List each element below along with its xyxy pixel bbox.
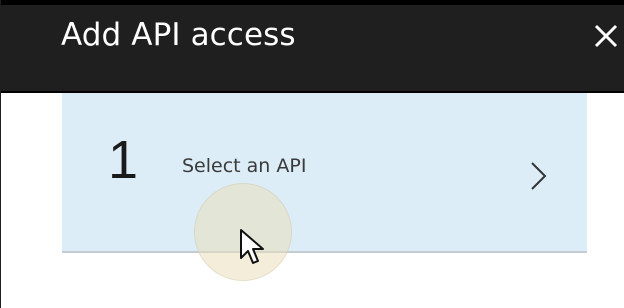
step-number: 1 [108, 130, 139, 190]
add-api-access-blade: Add API access 1 Select an API [0, 0, 624, 308]
close-icon [594, 24, 618, 48]
blade-header: Add API access [1, 0, 624, 93]
step-select-api[interactable]: 1 Select an API [62, 93, 587, 253]
close-button[interactable] [589, 19, 623, 53]
step-label: Select an API [182, 155, 307, 177]
chevron-right-icon [531, 162, 547, 190]
blade-title: Add API access [61, 17, 296, 53]
mouse-pointer-icon [240, 229, 264, 264]
